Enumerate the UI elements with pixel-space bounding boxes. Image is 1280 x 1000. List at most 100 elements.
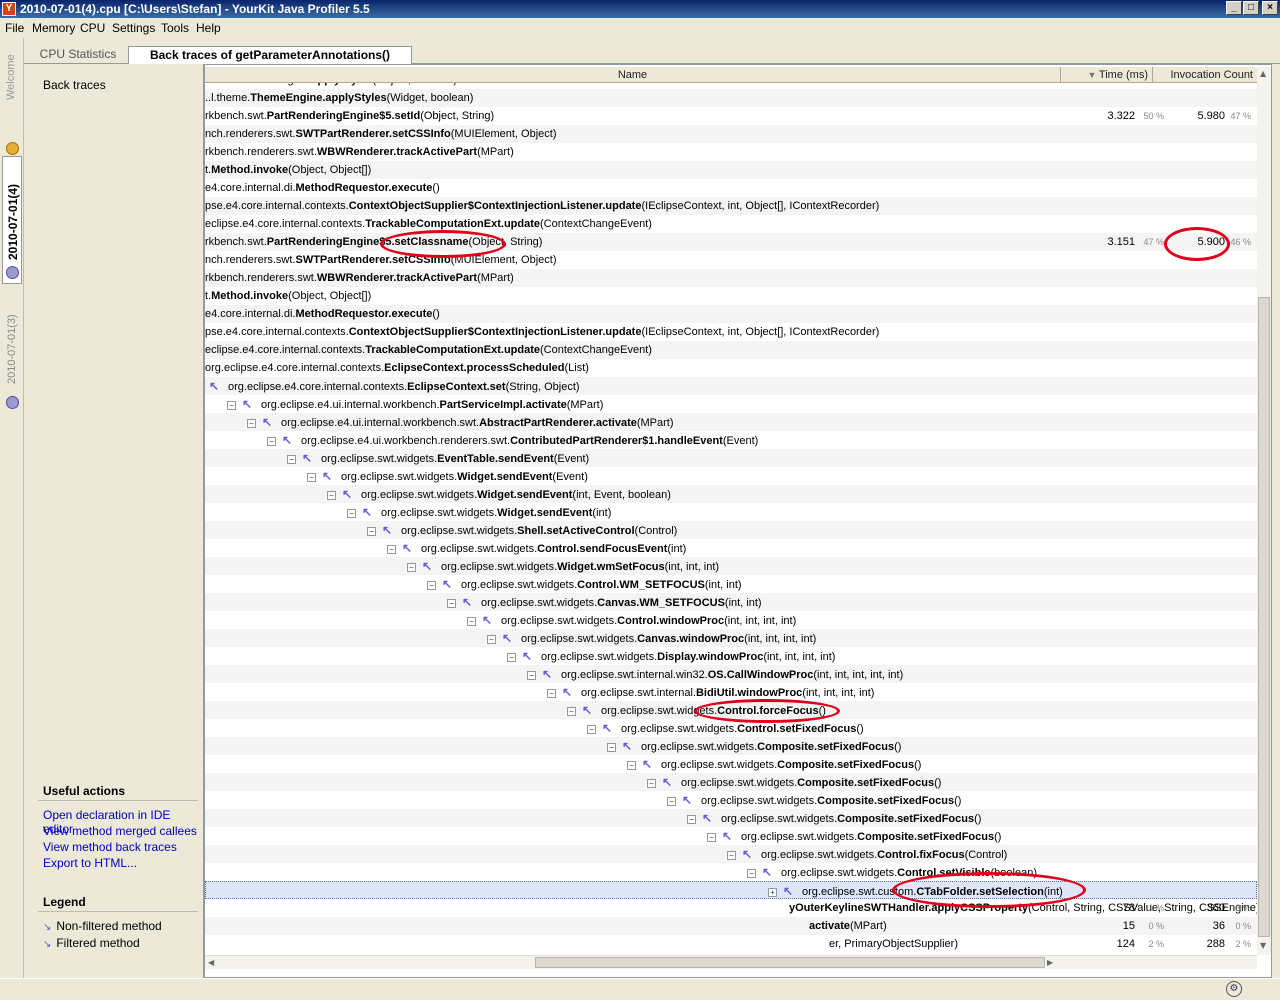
collapse-icon[interactable]: − xyxy=(267,436,276,446)
table-row[interactable]: ↖ org.eclipse.e4.core.internal.contexts.E… xyxy=(205,377,1257,395)
collapse-icon[interactable]: − xyxy=(707,832,716,842)
collapse-icon[interactable]: − xyxy=(547,688,556,698)
table-row[interactable]: − ↖ org.eclipse.swt.widgets.Composite.setF… xyxy=(205,827,1257,845)
scroll-down-icon[interactable]: ▼ xyxy=(1260,941,1266,950)
table-row[interactable]: − ↖ org.eclipse.swt.internal.BidiUtil.wind… xyxy=(205,683,1257,701)
table-row[interactable]: − ↖ org.eclipse.swt.widgets.Control.fixFoc… xyxy=(205,845,1257,863)
collapse-icon[interactable]: − xyxy=(727,850,736,860)
table-row[interactable]: − ↖ org.eclipse.swt.widgets.Widget.sendEve… xyxy=(205,485,1257,503)
table-row[interactable]: t.Method.invoke(Object, Object[]) xyxy=(205,161,1257,179)
table-row[interactable]: pse.e4.core.internal.contexts.ContextObj… xyxy=(205,323,1257,341)
expand-icon[interactable]: + xyxy=(768,887,777,897)
collapse-icon[interactable]: − xyxy=(247,418,256,428)
scroll-right-icon[interactable]: ▶ xyxy=(1047,958,1053,967)
table-row[interactable]: − ↖ org.eclipse.swt.widgets.Display.window… xyxy=(205,647,1257,665)
menu-help[interactable]: Help xyxy=(196,18,221,38)
table-row[interactable]: − ↖ org.eclipse.e4.ui.workbench.renderers.… xyxy=(205,431,1257,449)
table-row[interactable]: − ↖ org.eclipse.swt.widgets.Control.setFix… xyxy=(205,719,1257,737)
table-row[interactable]: rkbench.swt.PartRenderingEngine$5.setId(… xyxy=(205,107,1257,125)
minimize-button[interactable]: _ xyxy=(1226,1,1242,15)
collapse-icon[interactable]: − xyxy=(567,706,576,716)
table-row[interactable]: t.Method.invoke(Object, Object[]) xyxy=(205,287,1257,305)
table-row[interactable]: rkbench.renderers.swt.WBWRenderer.trackA… xyxy=(205,143,1257,161)
horizontal-scroll-thumb[interactable] xyxy=(535,957,1045,968)
table-row[interactable]: yOuterKeylineSWTHandler.applyCSSProperty… xyxy=(205,899,1257,917)
view-merged-callees-link[interactable]: View method merged callees xyxy=(43,824,197,838)
menu-cpu[interactable]: CPU xyxy=(80,18,105,38)
menu-memory[interactable]: Memory xyxy=(32,18,75,38)
table-row[interactable]: e4.core.internal.di.MethodRequestor.exec… xyxy=(205,179,1257,197)
table-row[interactable]: − ↖ org.eclipse.swt.widgets.Composite.setF… xyxy=(205,773,1257,791)
table-row[interactable]: rkbench.renderers.swt.WBWRenderer.trackA… xyxy=(205,269,1257,287)
collapse-icon[interactable]: − xyxy=(307,472,316,482)
tab-back-traces[interactable]: Back traces of getParameterAnnotations() xyxy=(128,46,412,65)
table-row[interactable]: org.eclipse.e4.core.internal.contexts.Ec… xyxy=(205,359,1257,377)
table-row[interactable]: rkbench.swt.PartRenderingEngine$5.setCla… xyxy=(205,233,1257,251)
maximize-button[interactable]: □ xyxy=(1243,1,1259,15)
collapse-icon[interactable]: − xyxy=(347,508,356,518)
collapse-icon[interactable]: − xyxy=(627,760,636,770)
collapse-icon[interactable]: − xyxy=(607,742,616,752)
export-html-link[interactable]: Export to HTML... xyxy=(43,856,137,870)
collapse-icon[interactable]: − xyxy=(287,454,296,464)
table-row[interactable]: − ↖ org.eclipse.swt.widgets.Canvas.windowP… xyxy=(205,629,1257,647)
collapse-icon[interactable]: − xyxy=(487,634,496,644)
table-row[interactable]: − ↖ org.eclipse.swt.widgets.Composite.setF… xyxy=(205,791,1257,809)
collapse-icon[interactable]: − xyxy=(407,562,416,572)
table-row[interactable]: − ↖ org.eclipse.swt.internal.win32.OS.Call… xyxy=(205,665,1257,683)
collapse-icon[interactable]: − xyxy=(587,724,596,734)
table-row[interactable]: − ↖ org.eclipse.swt.widgets.Widget.wmSetFo… xyxy=(205,557,1257,575)
table-row[interactable]: − ↖ org.eclipse.swt.widgets.Widget.sendEve… xyxy=(205,467,1257,485)
table-row[interactable]: − ↖ org.eclipse.swt.widgets.EventTable.sen… xyxy=(205,449,1257,467)
collapse-icon[interactable]: − xyxy=(387,544,396,554)
collapse-icon[interactable]: − xyxy=(647,778,656,788)
collapse-icon[interactable]: − xyxy=(327,490,336,500)
table-row[interactable]: pse.e4.core.internal.contexts.ContextObj… xyxy=(205,197,1257,215)
collapse-icon[interactable]: − xyxy=(227,400,236,410)
table-row[interactable]: ..l.theme.ThemeEngine.applyStyles(Widget… xyxy=(205,89,1257,107)
table-row[interactable]: eclipse.e4.core.internal.contexts.Tracka… xyxy=(205,215,1257,233)
collapse-icon[interactable]: − xyxy=(507,652,516,662)
horizontal-scrollbar[interactable]: ◀ ▶ xyxy=(205,955,1257,969)
vertical-scrollbar[interactable]: ▲ ▼ xyxy=(1257,67,1271,955)
table-row[interactable]: − ↖ org.eclipse.swt.widgets.Composite.setF… xyxy=(205,737,1257,755)
table-row[interactable]: + ↖ org.eclipse.swt.custom.CTabFolder.setS… xyxy=(205,881,1257,899)
vertical-scroll-thumb[interactable] xyxy=(1258,297,1270,937)
table-row[interactable]: activate(MPart) 15 0 % 36 0 % xyxy=(205,917,1257,935)
collapse-icon[interactable]: − xyxy=(747,868,756,878)
collapse-icon[interactable]: − xyxy=(447,598,456,608)
collapse-icon[interactable]: − xyxy=(667,796,676,806)
table-row[interactable]: nch.renderers.swt.SWTPartRenderer.setCSS… xyxy=(205,251,1257,269)
scroll-left-icon[interactable]: ◀ xyxy=(208,958,214,967)
collapse-icon[interactable]: − xyxy=(427,580,436,590)
collapse-icon[interactable]: − xyxy=(467,616,476,626)
close-button[interactable]: × xyxy=(1262,1,1278,15)
scroll-up-icon[interactable]: ▲ xyxy=(1260,69,1266,78)
table-row[interactable]: − ↖ org.eclipse.swt.widgets.Control.sendFo… xyxy=(205,539,1257,557)
table-row[interactable]: eclipse.e4.core.internal.contexts.Tracka… xyxy=(205,341,1257,359)
view-back-traces-link[interactable]: View method back traces xyxy=(43,840,177,854)
menu-settings[interactable]: Settings xyxy=(112,18,155,38)
side-tab-snapshot-3[interactable]: 2010-07-01(3) xyxy=(6,314,18,384)
collapse-icon[interactable]: − xyxy=(687,814,696,824)
side-tab-snapshot-4[interactable]: 2010-07-01(4) xyxy=(6,184,20,260)
table-row[interactable]: − ↖ org.eclipse.swt.widgets.Composite.setF… xyxy=(205,755,1257,773)
table-row[interactable]: e4.core.internal.di.MethodRequestor.exec… xyxy=(205,305,1257,323)
side-tab-welcome[interactable]: Welcome xyxy=(5,54,17,100)
collapse-icon[interactable]: − xyxy=(367,526,376,536)
status-indicator-icon[interactable]: ⚙ xyxy=(1226,981,1242,997)
column-invocation-count[interactable]: Invocation Count xyxy=(1153,67,1257,83)
column-time[interactable]: ▼ Time (ms) xyxy=(1061,67,1153,83)
table-row[interactable]: − ↖ org.eclipse.swt.widgets.Control.window… xyxy=(205,611,1257,629)
table-row[interactable]: − ↖ org.eclipse.e4.ui.internal.workbench.s… xyxy=(205,413,1257,431)
table-row[interactable]: − ↖ org.eclipse.swt.widgets.Composite.setF… xyxy=(205,809,1257,827)
table-row[interactable]: er, PrimaryObjectSupplier) 124 2 % 288 2 % xyxy=(205,935,1257,953)
table-row[interactable]: nch.renderers.swt.SWTPartRenderer.setCSS… xyxy=(205,125,1257,143)
table-row[interactable]: − ↖ org.eclipse.swt.widgets.Shell.setActiv… xyxy=(205,521,1257,539)
collapse-icon[interactable]: − xyxy=(527,670,536,680)
tab-cpu-statistics[interactable]: CPU Statistics xyxy=(32,46,124,64)
menu-tools[interactable]: Tools xyxy=(161,18,189,38)
column-name[interactable]: Name xyxy=(205,67,1061,83)
table-row[interactable]: − ↖ org.eclipse.swt.widgets.Canvas.WM_SETF… xyxy=(205,593,1257,611)
table-row[interactable]: − ↖ org.eclipse.swt.widgets.Widget.sendEve… xyxy=(205,503,1257,521)
